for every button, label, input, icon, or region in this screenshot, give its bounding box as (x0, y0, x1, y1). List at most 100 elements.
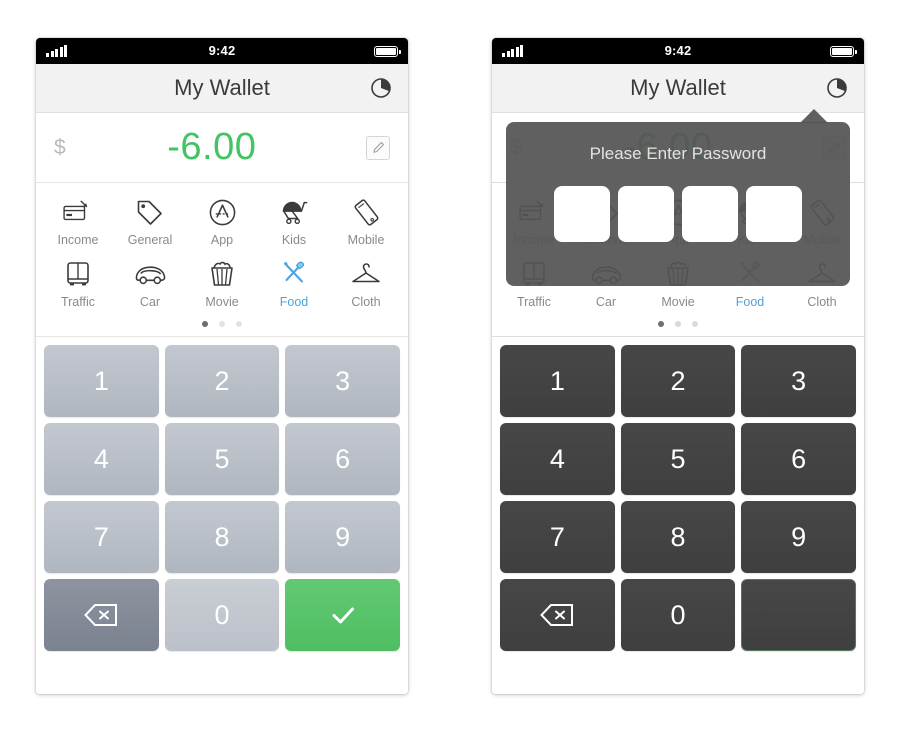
category-income[interactable]: Income (42, 191, 114, 253)
category-food[interactable]: Food (258, 253, 330, 315)
key-7[interactable]: 7 (500, 501, 615, 573)
page-dot[interactable] (658, 321, 664, 327)
nav-bar: My Wallet (492, 64, 864, 113)
key-2[interactable]: 2 (620, 345, 736, 417)
battery-full-icon (374, 45, 401, 57)
key-6[interactable]: 6 (741, 423, 856, 495)
pie-chart-icon[interactable] (824, 75, 850, 101)
popcorn-icon (186, 257, 258, 291)
numeric-keypad: 1 2 3 4 5 6 7 8 9 0 (36, 337, 408, 661)
key-0[interactable]: 0 (164, 579, 280, 651)
category-label: App (210, 233, 234, 247)
status-bar: 9:42 (36, 38, 408, 64)
page-title: My Wallet (630, 75, 726, 100)
phone-right: 9:42 My Wallet $ -6.00 (492, 38, 864, 694)
key-5[interactable]: 5 (620, 423, 736, 495)
category-label: Cloth (807, 295, 837, 309)
key-0[interactable]: 0 (620, 579, 736, 651)
wallet-keypad-screen: 9:42 My Wallet $ -6.00 Income General Ap… (36, 38, 408, 694)
category-label: Food (735, 295, 765, 309)
key-4[interactable]: 4 (44, 423, 159, 495)
credit-card-icon (42, 195, 114, 229)
category-app[interactable]: App (186, 191, 258, 253)
category-label: Mobile (347, 233, 385, 247)
key-9[interactable]: 9 (741, 501, 856, 573)
fork-knife-icon (258, 257, 330, 291)
key-3[interactable]: 3 (285, 345, 400, 417)
category-label: Car (139, 295, 161, 309)
stroller-icon (258, 195, 330, 229)
category-label: Traffic (516, 295, 552, 309)
key-5[interactable]: 5 (164, 423, 280, 495)
hanger-icon (330, 257, 402, 291)
category-cloth[interactable]: Cloth (330, 253, 402, 315)
key-1[interactable]: 1 (44, 345, 159, 417)
category-general[interactable]: General (114, 191, 186, 253)
page-dot[interactable] (219, 321, 225, 327)
page-dot[interactable] (236, 321, 242, 327)
status-bar-time: 9:42 (208, 43, 236, 58)
page-dot[interactable] (675, 321, 681, 327)
category-label: Movie (661, 295, 695, 309)
key-7[interactable]: 7 (44, 501, 159, 573)
key-8[interactable]: 8 (164, 501, 280, 573)
category-label: Movie (205, 295, 239, 309)
key-1[interactable]: 1 (500, 345, 615, 417)
category-row-2: Traffic Car Movie Food Cloth (42, 253, 402, 315)
pin-slot-1[interactable] (554, 186, 610, 242)
balance-row: $ -6.00 (36, 113, 408, 183)
category-row-1: Income General (42, 191, 402, 253)
pin-slot-3[interactable] (682, 186, 738, 242)
status-bar: 9:42 (492, 38, 864, 64)
key-4[interactable]: 4 (500, 423, 615, 495)
category-label: Traffic (60, 295, 96, 309)
category-mobile[interactable]: Mobile (330, 191, 402, 253)
category-label: General (127, 233, 173, 247)
key-8[interactable]: 8 (620, 501, 736, 573)
price-tag-icon (114, 195, 186, 229)
signal-bars-icon (46, 45, 67, 57)
pin-slot-4[interactable] (746, 186, 802, 242)
train-icon (42, 257, 114, 291)
pie-chart-icon[interactable] (368, 75, 394, 101)
app-store-icon (186, 195, 258, 229)
dialog-title: Please Enter Password (589, 144, 767, 163)
car-icon (114, 257, 186, 291)
wallet-password-prompt-screen: 9:42 My Wallet $ -6.00 (492, 38, 864, 694)
category-label: Car (595, 295, 617, 309)
category-label: Cloth (351, 295, 381, 309)
category-traffic[interactable]: Traffic (42, 253, 114, 315)
page-indicator-dots (42, 315, 402, 336)
nav-bar: My Wallet (36, 64, 408, 113)
key-9[interactable]: 9 (285, 501, 400, 573)
page-dot[interactable] (202, 321, 208, 327)
signal-bars-icon (502, 45, 523, 57)
backspace-delete-icon[interactable] (44, 579, 159, 651)
category-label: Income (57, 233, 99, 247)
category-kids[interactable]: Kids (258, 191, 330, 253)
category-label: Food (279, 295, 309, 309)
key-6[interactable]: 6 (285, 423, 400, 495)
battery-full-icon (830, 45, 857, 57)
category-grid: Income General (36, 183, 408, 337)
confirm-button[interactable] (741, 579, 856, 651)
category-label: Kids (281, 233, 307, 247)
numeric-keypad: 1 2 3 4 5 6 7 8 9 0 (492, 337, 864, 661)
page-indicator-dots (498, 315, 858, 336)
pin-input-row (524, 186, 832, 242)
password-dialog: Please Enter Password (506, 109, 850, 286)
backspace-delete-icon[interactable] (500, 579, 615, 651)
smartphone-icon (330, 195, 402, 229)
category-car[interactable]: Car (114, 253, 186, 315)
status-bar-time: 9:42 (664, 43, 692, 58)
confirm-button[interactable] (285, 579, 400, 651)
pencil-edit-icon[interactable] (366, 135, 390, 160)
page-dot[interactable] (692, 321, 698, 327)
pin-slot-2[interactable] (618, 186, 674, 242)
key-3[interactable]: 3 (741, 345, 856, 417)
category-movie[interactable]: Movie (186, 253, 258, 315)
page-title: My Wallet (174, 75, 270, 100)
screenshot-canvas: 9:42 My Wallet $ -6.00 Income General Ap… (0, 0, 900, 736)
key-2[interactable]: 2 (164, 345, 280, 417)
currency-symbol: $ (54, 135, 66, 159)
